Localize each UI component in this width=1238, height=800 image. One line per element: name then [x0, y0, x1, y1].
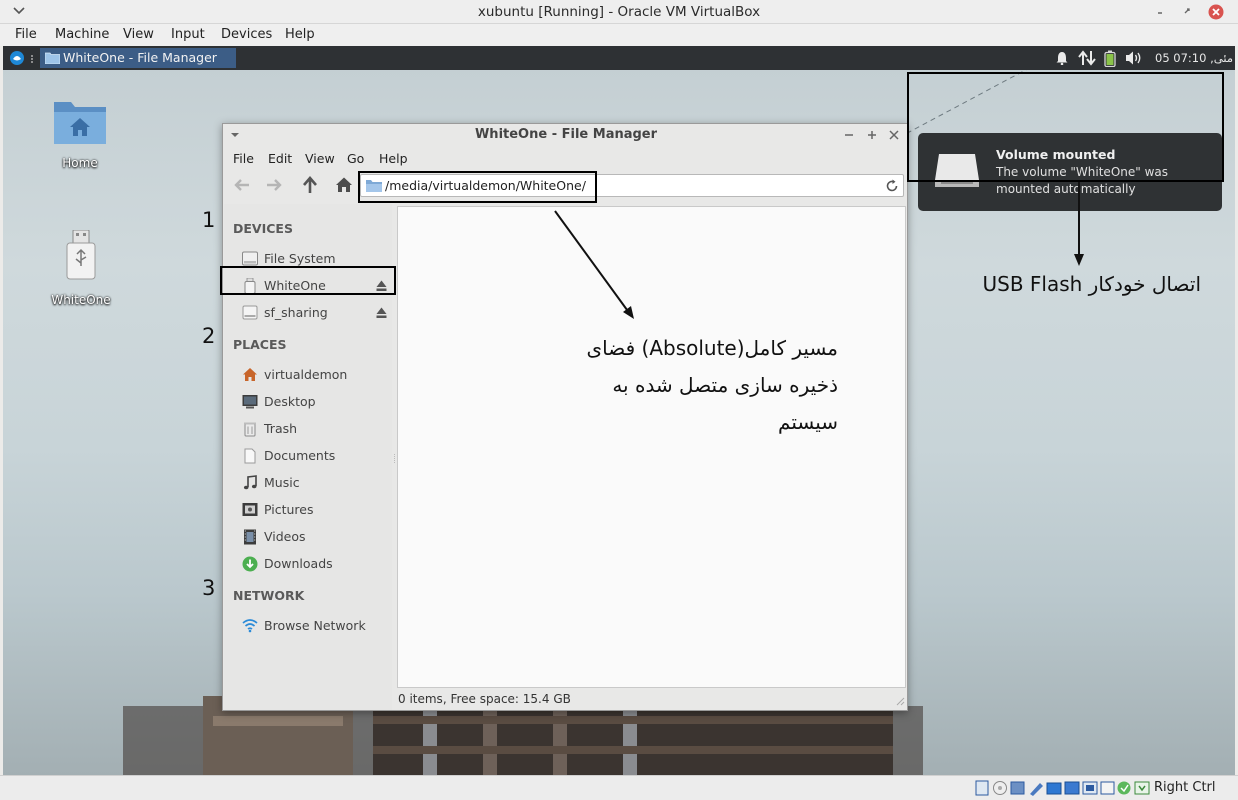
guest-desktop[interactable]: WhiteOne - File Manager 05 مئی, 07:10 Ho…	[3, 46, 1235, 775]
host-key-label: Right Ctrl	[1154, 780, 1216, 795]
sidebar-item-label: Documents	[264, 448, 336, 463]
pictures-icon	[242, 502, 258, 517]
desktop-icon-label: Home	[62, 156, 98, 170]
menu-input[interactable]: Input	[171, 24, 205, 46]
fm-menu-edit[interactable]: Edit	[268, 151, 292, 166]
annotation-box-whiteone	[220, 266, 396, 295]
annotation-arrow-notification	[1074, 182, 1084, 266]
taskbar-label: WhiteOne - File Manager	[63, 50, 217, 65]
home-icon[interactable]	[335, 176, 353, 193]
panel-clock[interactable]: 05 مئی, 07:10	[1155, 46, 1233, 70]
sidebar-item-label: Downloads	[264, 556, 333, 571]
fm-menu-view[interactable]: View	[305, 151, 335, 166]
annotation-number-1: 1	[202, 208, 216, 232]
reload-icon[interactable]	[885, 179, 899, 193]
downloads-icon	[242, 556, 258, 572]
close-icon[interactable]	[888, 129, 900, 141]
folder-home-icon	[51, 98, 109, 146]
sidebar-item-label: Music	[264, 475, 300, 490]
whisker-menu-icon[interactable]	[9, 50, 25, 66]
network-icon	[242, 618, 258, 633]
menu-machine[interactable]: Machine	[55, 24, 109, 46]
panel-separator-icon	[30, 54, 34, 64]
fm-menu-go[interactable]: Go	[347, 151, 364, 166]
vm-window-titlebar[interactable]: xubuntu [Running] - Oracle VM VirtualBox	[0, 0, 1238, 24]
maximize-icon[interactable]	[866, 129, 878, 141]
sidebar-item-browse-network[interactable]: Browse Network	[224, 613, 392, 639]
back-arrow-icon[interactable]	[233, 177, 251, 193]
sidebar-heading-devices: DEVICES	[233, 221, 293, 236]
sidebar-item-music[interactable]: Music	[224, 470, 392, 496]
sidebar-item-label: virtualdemon	[264, 367, 348, 382]
sidebar-item-virtualdemon[interactable]: virtualdemon	[224, 362, 392, 388]
sidebar-item-label: Desktop	[264, 394, 316, 409]
harddisk-icon	[242, 251, 258, 266]
vm-window-title: xubuntu [Running] - Oracle VM VirtualBox	[477, 4, 761, 20]
menu-help[interactable]: Help	[285, 24, 315, 46]
music-icon	[242, 475, 258, 491]
sidebar-item-label: Browse Network	[264, 618, 366, 633]
annotation-path-note-line: مسیر کامل(Absolute) فضای	[586, 336, 839, 360]
close-icon[interactable]	[1208, 4, 1224, 20]
sidebar-item-desktop[interactable]: Desktop	[224, 389, 392, 415]
resize-grip-icon[interactable]	[895, 696, 905, 706]
sidebar-item-label: Videos	[264, 529, 306, 544]
xfce-top-panel: WhiteOne - File Manager 05 مئی, 07:10	[3, 46, 1235, 70]
sidebar-item-label: Trash	[264, 421, 298, 436]
menu-view[interactable]: View	[123, 24, 154, 46]
parent-folder-up-icon[interactable]	[302, 176, 318, 194]
videos-icon	[242, 529, 258, 545]
sidebar-item-documents[interactable]: Documents	[224, 443, 392, 469]
vm-menubar: File Machine View Input Devices Help	[0, 24, 1238, 46]
sidebar-item-sf-sharing[interactable]: sf_sharing	[224, 300, 392, 326]
sidebar-item-pictures[interactable]: Pictures	[224, 497, 392, 523]
fm-menu-file[interactable]: File	[233, 151, 254, 166]
document-icon	[242, 448, 258, 464]
volume-icon[interactable]	[1125, 50, 1143, 66]
minimize-icon[interactable]	[1155, 4, 1167, 18]
annotation-number-3: 3	[202, 576, 216, 600]
annotation-number-2: 2	[202, 324, 216, 348]
status-bar: 0 items, Free space: 15.4 GB	[398, 692, 571, 706]
annotation-path-note: مسیر کامل(Absolute) فضای ذخیره سازی متصل…	[543, 330, 839, 441]
annotation-path-note-line: سیستم	[778, 410, 838, 434]
sidebar-heading-places: PLACES	[233, 337, 287, 352]
pane-resize-handle[interactable]	[393, 454, 396, 464]
status-device-icons	[975, 780, 1151, 796]
battery-icon[interactable]	[1104, 50, 1116, 67]
menu-file[interactable]: File	[15, 24, 37, 46]
minimize-icon[interactable]	[843, 129, 855, 141]
drive-icon	[242, 305, 258, 320]
annotation-box-notification	[907, 72, 1224, 182]
sidebar-item-label: sf_sharing	[264, 305, 328, 320]
file-view-pane[interactable]	[397, 206, 906, 688]
trash-icon	[242, 421, 258, 437]
sidebar-item-trash[interactable]: Trash	[224, 416, 392, 442]
usb-drive-icon	[61, 230, 101, 282]
menu-devices[interactable]: Devices	[221, 24, 272, 46]
restore-icon[interactable]	[1180, 4, 1194, 18]
home-icon	[242, 367, 258, 382]
sidebar-heading-network: NETWORK	[233, 588, 305, 603]
notification-bell-icon[interactable]	[1055, 51, 1069, 65]
annotation-box-address	[358, 171, 597, 203]
desktop-icon-label: WhiteOne	[51, 293, 111, 307]
sidebar-item-downloads[interactable]: Downloads	[224, 551, 392, 577]
fm-menu-help[interactable]: Help	[379, 151, 408, 166]
network-arrows-icon[interactable]	[1078, 50, 1096, 66]
forward-arrow-icon[interactable]	[265, 177, 283, 193]
sidebar-item-videos[interactable]: Videos	[224, 524, 392, 550]
annotation-path-note-line: ذخیره سازی متصل شده به	[612, 373, 838, 397]
file-manager-title: WhiteOne - File Manager	[474, 127, 658, 142]
annotation-usb-note: اتصال خودکار USB Flash	[982, 272, 1201, 296]
sidebar-item-label: Pictures	[264, 502, 314, 517]
vm-status-bar: Right Ctrl	[0, 775, 1238, 800]
desktop-icon	[242, 394, 258, 409]
annotation-arrow-path	[554, 210, 634, 319]
sidebar-item-label: File System	[264, 251, 336, 266]
folder-icon	[45, 51, 60, 64]
eject-icon[interactable]	[375, 306, 388, 319]
